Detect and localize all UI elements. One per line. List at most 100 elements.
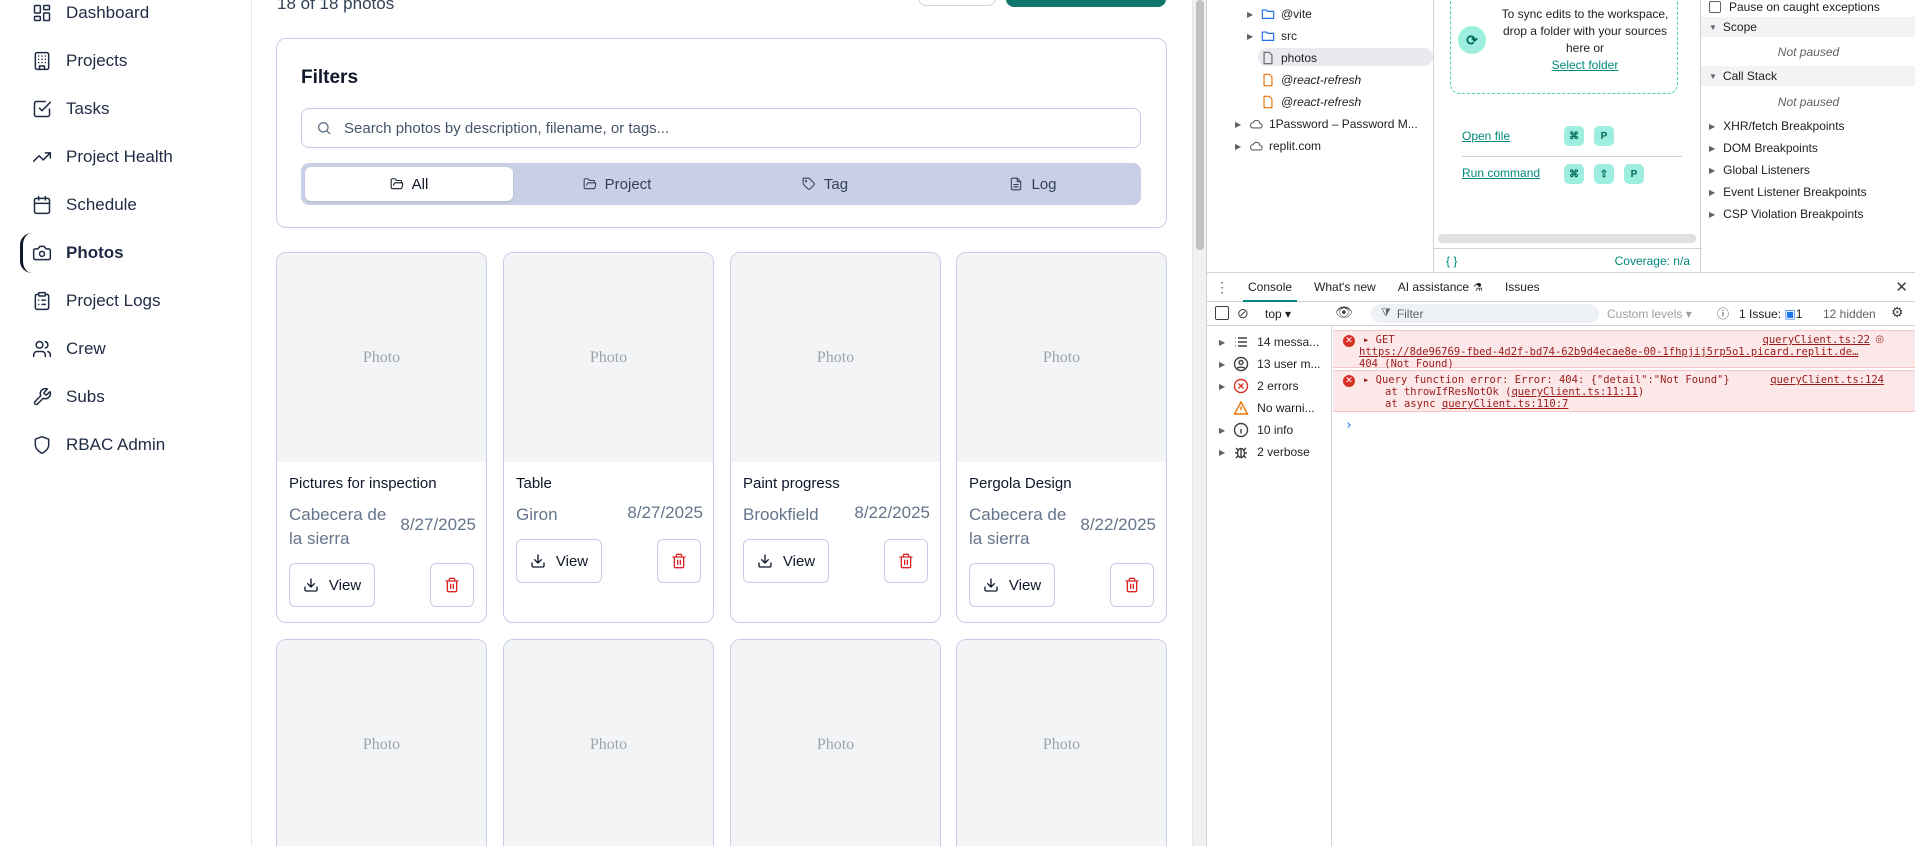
console-filter-warnings[interactable]: ▶ No warni... [1219,400,1315,416]
delete-button[interactable] [430,563,474,607]
photo-thumbnail[interactable]: Photo [277,253,486,462]
layout-grid-icon [33,4,51,22]
page-scrollbar-thumb[interactable] [1196,0,1204,250]
photo-card: Photo [730,639,941,846]
sidebar-item-label: Project Health [66,147,173,166]
expand-arrow-icon[interactable]: ▶ [1247,10,1255,19]
sidebar-item-dashboard[interactable]: Dashboard [20,0,232,33]
sidebar-item-rbac-admin[interactable]: RBAC Admin [20,425,232,465]
delete-button[interactable] [884,539,928,583]
view-button[interactable]: View [289,563,375,607]
tree-item-react-refresh[interactable]: @react-refresh [1261,73,1361,87]
sidebar-toggle-icon[interactable] [1215,306,1229,320]
breakpoint-section[interactable]: ▶ DOM Breakpoints [1709,141,1818,155]
photo-title: Pictures for inspection [289,475,437,492]
expand-arrow-icon[interactable]: ▶ [1247,32,1255,41]
console-filter-info[interactable]: ▶ 10 info [1219,422,1293,438]
sidebar-item-projects[interactable]: Projects [20,41,232,81]
tab-whats-new[interactable]: What's new [1303,272,1387,302]
open-file-link[interactable]: Open file [1462,129,1510,143]
tab-log[interactable]: Log [929,167,1137,201]
trash-icon [1125,577,1139,593]
eye-icon[interactable]: 👁 [1335,304,1353,321]
tree-item-replit[interactable]: ▶ replit.com [1235,139,1321,153]
expand-arrow-icon[interactable]: ▶ [1235,120,1243,129]
stack-frame-link[interactable]: queryClient.ts:11:11 [1511,386,1637,398]
tree-item-react-refresh[interactable]: @react-refresh [1261,95,1361,109]
console-filter-user-messages[interactable]: ▶ 13 user m... [1219,356,1321,372]
tree-item-src[interactable]: ▶ src [1247,29,1297,43]
pause-caught-checkbox[interactable] [1709,1,1721,13]
console-filter-errors[interactable]: ▶ 2 errors [1219,378,1299,394]
search-box[interactable] [301,108,1141,148]
photo-thumbnail[interactable]: Photo [277,640,486,846]
tree-item-vite[interactable]: ▶ @vite [1247,7,1312,21]
source-link[interactable]: queryClient.ts:124 [1770,374,1884,386]
header-secondary-button[interactable] [918,0,996,6]
run-command-link[interactable]: Run command [1462,166,1540,180]
stack-frame-link[interactable]: queryClient.ts:110:7 [1442,398,1568,410]
pause-caught-row[interactable]: Pause on caught exceptions [1709,0,1880,14]
page-scrollbar[interactable] [1192,0,1206,846]
clear-console-icon[interactable]: ⊘ [1237,305,1249,322]
horizontal-scrollbar[interactable] [1438,234,1696,243]
search-input[interactable] [344,119,1124,137]
sidebar-item-photos[interactable]: Photos [20,233,232,273]
photo-thumbnail[interactable]: Photo [504,640,713,846]
photo-thumbnail[interactable]: Photo [957,253,1166,462]
sidebar-item-subs[interactable]: Subs [20,377,232,417]
select-folder-link[interactable]: Select folder [1552,58,1619,72]
photo-thumbnail[interactable]: Photo [731,640,940,846]
breakpoint-section[interactable]: ▶ XHR/fetch Breakpoints [1709,119,1845,133]
console-filter-messages[interactable]: ▶ 14 messa... [1219,334,1319,350]
call-stack-section-header[interactable]: ▼ Call Stack [1701,66,1915,86]
view-button[interactable]: View [516,539,602,583]
console-prompt[interactable]: › [1345,418,1353,433]
console-filter-input[interactable]: ⧩ Filter [1371,304,1599,323]
console-error-query[interactable]: ✕ ▸ Query function error: Error: 404: {"… [1333,370,1915,412]
tab-all[interactable]: All [305,167,513,201]
photo-thumbnail[interactable]: Photo [957,640,1166,846]
view-button[interactable]: View [969,563,1055,607]
breakpoint-section[interactable]: ▶ Event Listener Breakpoints [1709,185,1867,199]
tab-ai-assistance[interactable]: AI assistance ⚗ [1387,272,1494,302]
tree-item-1password[interactable]: ▶ 1Password – Password M... [1235,117,1418,131]
delete-button[interactable] [657,539,701,583]
list-icon [1235,337,1248,347]
expand-arrow-icon[interactable]: ▶ [1235,142,1243,151]
network-icon[interactable]: ◎ [1875,334,1884,345]
pretty-print-icon[interactable]: { } [1446,254,1457,268]
photo-thumbnail[interactable]: Photo [504,253,713,462]
tab-console[interactable]: Console [1237,272,1303,302]
source-link[interactable]: queryClient.ts:22 [1763,334,1870,346]
breakpoint-section[interactable]: ▶ Global Listeners [1709,163,1810,177]
request-url-link[interactable]: https://8de96769-fbed-4d2f-bd74-62b9d4ec… [1359,346,1909,358]
delete-button[interactable] [1110,563,1154,607]
sidebar-item-project-health[interactable]: Project Health [20,137,232,177]
scope-section-header[interactable]: ▼ Scope [1701,17,1915,37]
cloud-icon [1249,141,1263,151]
tree-item-photos[interactable]: photos [1261,51,1317,65]
photo-thumbnail[interactable]: Photo [731,253,940,462]
console-error-get[interactable]: ✕ ▸ GET queryClient.ts:22 ◎ https://8de9… [1333,330,1915,370]
sidebar-item-tasks[interactable]: Tasks [20,89,232,129]
view-button[interactable]: View [743,539,829,583]
issues-counter[interactable]: 1 Issue: ▣1 [1739,307,1802,321]
context-selector[interactable]: top ▾ [1265,307,1291,321]
js-file-icon [1263,73,1273,87]
tab-tag[interactable]: Tag [721,167,929,201]
log-levels-dropdown[interactable]: Custom levels ▾ [1607,307,1692,321]
error-icon [1233,378,1249,394]
header-primary-button[interactable] [1006,0,1166,7]
sidebar-item-schedule[interactable]: Schedule [20,185,232,225]
sidebar-item-label: RBAC Admin [66,435,166,454]
sidebar-item-crew[interactable]: Crew [20,329,232,369]
breakpoint-section[interactable]: ▶ CSP Violation Breakpoints [1709,207,1863,221]
tab-project[interactable]: Project [513,167,721,201]
close-icon[interactable]: ✕ [1895,278,1908,296]
gear-icon[interactable]: ⚙ [1891,304,1904,321]
more-tools-icon[interactable]: ⋮ [1207,279,1237,296]
tab-issues[interactable]: Issues [1494,272,1551,302]
console-filter-verbose[interactable]: ▶ 2 verbose [1219,444,1310,460]
sidebar-item-project-logs[interactable]: Project Logs [20,281,232,321]
